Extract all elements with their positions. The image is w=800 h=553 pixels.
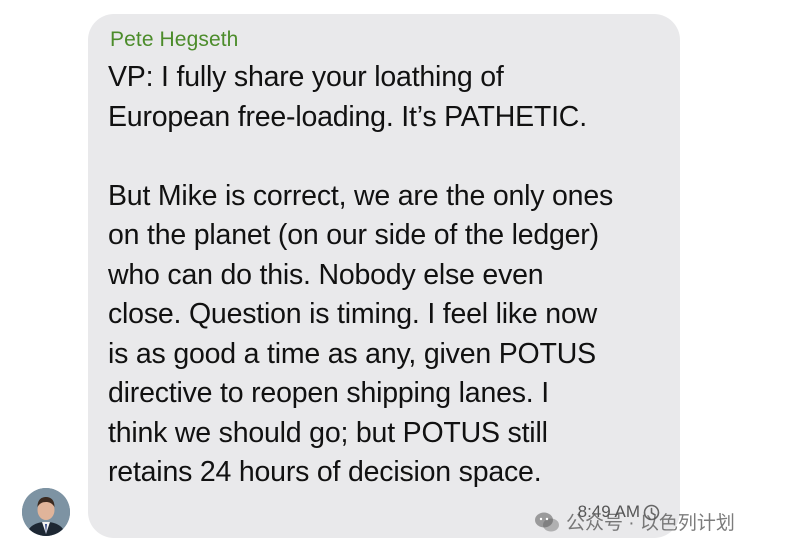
avatar[interactable]: [22, 488, 70, 536]
wechat-icon: [534, 511, 560, 533]
watermark-text: 公众号 · 以色列计划: [566, 513, 735, 534]
chat-view: Pete Hegseth VP: I fully share your loat…: [0, 0, 800, 553]
watermark: 公众号 · 以色列计划: [534, 508, 735, 535]
sender-name[interactable]: Pete Hegseth: [110, 28, 238, 52]
message-text: VP: I fully share your loathing of Europ…: [108, 61, 614, 488]
message-bubble[interactable]: Pete Hegseth VP: I fully share your loat…: [88, 14, 680, 538]
